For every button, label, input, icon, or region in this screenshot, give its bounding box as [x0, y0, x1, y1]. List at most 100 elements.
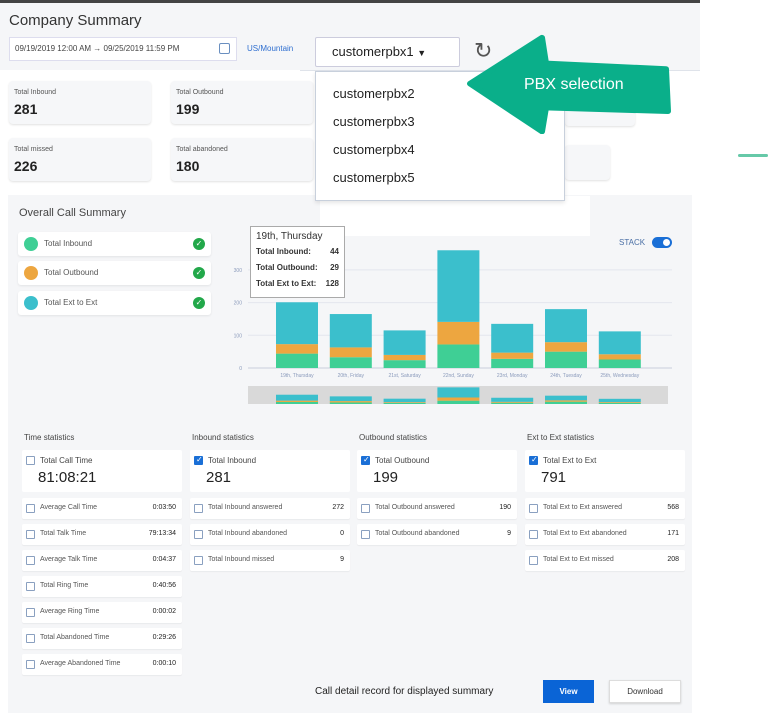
checkbox[interactable]	[26, 634, 35, 643]
pbx-option[interactable]: customerpbx4	[333, 142, 415, 157]
bar-segment[interactable]	[329, 357, 372, 368]
stat-label: Total Ring Time	[40, 582, 89, 589]
stats-main-card: Total Call Time 81:08:21	[22, 450, 182, 492]
check-circle-icon[interactable]: ✓	[193, 238, 205, 250]
stat-label: Total Abandoned Time	[40, 634, 110, 641]
checkbox[interactable]	[194, 504, 203, 513]
ext-color-dot	[24, 296, 38, 310]
bar-segment[interactable]	[598, 359, 641, 368]
bar-segment[interactable]	[598, 354, 641, 360]
legend-item-total-inbound[interactable]: Total Inbound ✓	[18, 232, 211, 256]
navigator-bar	[598, 402, 641, 404]
date-range-input[interactable]: 09/19/2019 12:00 AM → 09/25/2019 11:59 P…	[9, 37, 237, 61]
stat-value: 0:04:37	[152, 556, 176, 563]
bar-segment[interactable]	[383, 360, 426, 368]
download-button[interactable]: Download	[609, 680, 681, 703]
stats-row: Average Call Time 0:03:50	[22, 498, 182, 519]
summary-card-total-missed: Total missed 226	[9, 138, 151, 181]
bar-segment[interactable]	[276, 344, 318, 354]
bar-segment[interactable]	[545, 309, 587, 343]
checkbox[interactable]	[361, 530, 370, 539]
bar-segment[interactable]	[383, 330, 426, 355]
checkbox[interactable]	[26, 608, 35, 617]
pbx-option[interactable]: customerpbx3	[333, 114, 415, 129]
stats-row: Average Abandoned Time 0:00:10	[22, 654, 182, 675]
stat-value: 0:40:56	[152, 582, 176, 589]
checkbox[interactable]	[194, 455, 203, 465]
bar-segment[interactable]	[545, 342, 587, 352]
view-button[interactable]: View	[543, 680, 594, 703]
bar-segment[interactable]	[276, 353, 318, 368]
checkbox[interactable]	[529, 556, 538, 565]
checkbox[interactable]	[26, 530, 35, 539]
navigator-bar	[276, 400, 318, 402]
bar-segment[interactable]	[276, 302, 318, 345]
stat-value: 208	[667, 556, 679, 563]
bar-segment[interactable]	[491, 352, 534, 359]
checkbox[interactable]	[529, 455, 538, 465]
bar-segment[interactable]	[437, 321, 480, 345]
date-range-value: 09/19/2019 12:00 AM → 09/25/2019 11:59 P…	[15, 44, 180, 53]
timezone-link[interactable]: US/Mountain	[247, 44, 293, 53]
bar-segment[interactable]	[598, 331, 641, 355]
check-circle-icon[interactable]: ✓	[193, 297, 205, 309]
bar-segment[interactable]	[545, 351, 587, 368]
checkbox[interactable]	[529, 530, 538, 539]
stat-label: Average Ring Time	[40, 608, 100, 615]
navigator-bar	[276, 401, 318, 404]
stat-label: Total Outbound answered	[375, 504, 455, 511]
bar-segment[interactable]	[383, 354, 426, 361]
callout-label: PBX selection	[524, 76, 624, 93]
navigator-bar	[491, 402, 534, 404]
stat-value: 791	[541, 469, 567, 486]
stat-label: Total Ext to Ext abandoned	[543, 530, 627, 537]
legend-item-total-outbound[interactable]: Total Outbound ✓	[18, 261, 211, 285]
checkbox[interactable]	[194, 556, 203, 565]
checkbox[interactable]	[26, 456, 35, 465]
card-value: 226	[14, 158, 38, 174]
summary-card-total-inbound: Total Inbound 281	[9, 81, 151, 124]
stat-label: Total Inbound	[208, 456, 257, 465]
card-label: Total abandoned	[176, 146, 228, 153]
tooltip-row: Total Outbound: 29	[256, 263, 339, 272]
inbound-color-dot	[24, 237, 38, 251]
x-tick-label: 25th, Wednesday	[600, 373, 639, 379]
page-title: Company Summary	[9, 12, 142, 29]
bar-segment[interactable]	[329, 314, 372, 348]
stat-label: Total Outbound	[375, 456, 430, 465]
stats-row: Total Talk Time 79:13:34	[22, 524, 182, 545]
stats-section-title: Time statistics	[24, 433, 75, 442]
checkbox[interactable]	[194, 530, 203, 539]
bar-segment[interactable]	[437, 250, 480, 322]
stats-main-card: Total Outbound 199	[357, 450, 517, 492]
bar-segment[interactable]	[437, 344, 480, 368]
checkbox[interactable]	[361, 504, 370, 513]
x-tick-label: 19th, Thursday	[280, 373, 314, 379]
legend-item-total-ext-to-ext[interactable]: Total Ext to Ext ✓	[18, 291, 211, 315]
calendar-icon[interactable]	[219, 43, 230, 54]
stat-label: Total Ext to Ext answered	[543, 504, 622, 511]
checkbox[interactable]	[26, 556, 35, 565]
checkbox[interactable]	[26, 582, 35, 591]
tooltip-label: Total Ext to Ext:	[256, 279, 317, 288]
checkbox[interactable]	[529, 504, 538, 513]
pbx-select[interactable]: customerpbx1 ▼	[315, 37, 460, 67]
stat-value: 281	[206, 469, 232, 486]
decorative-line	[738, 154, 768, 157]
pbx-option[interactable]: customerpbx5	[333, 170, 415, 185]
stats-row: Average Talk Time 0:04:37	[22, 550, 182, 571]
navigator-bar	[598, 398, 641, 403]
check-circle-icon[interactable]: ✓	[193, 267, 205, 279]
stats-row: Total Outbound abandoned 9	[357, 524, 517, 545]
bar-segment[interactable]	[491, 358, 534, 368]
cdr-text: Call detail record for displayed summary	[315, 686, 494, 697]
bar-segment[interactable]	[329, 347, 372, 358]
pbx-option[interactable]: customerpbx2	[333, 86, 415, 101]
stat-label: Total Inbound missed	[208, 556, 275, 563]
bar-segment[interactable]	[491, 323, 534, 353]
checkbox[interactable]	[26, 504, 35, 513]
stats-row: Total Inbound missed 9	[190, 550, 350, 571]
checkbox[interactable]	[26, 660, 35, 669]
card-label: Total Outbound	[176, 89, 224, 96]
checkbox[interactable]	[361, 455, 370, 465]
